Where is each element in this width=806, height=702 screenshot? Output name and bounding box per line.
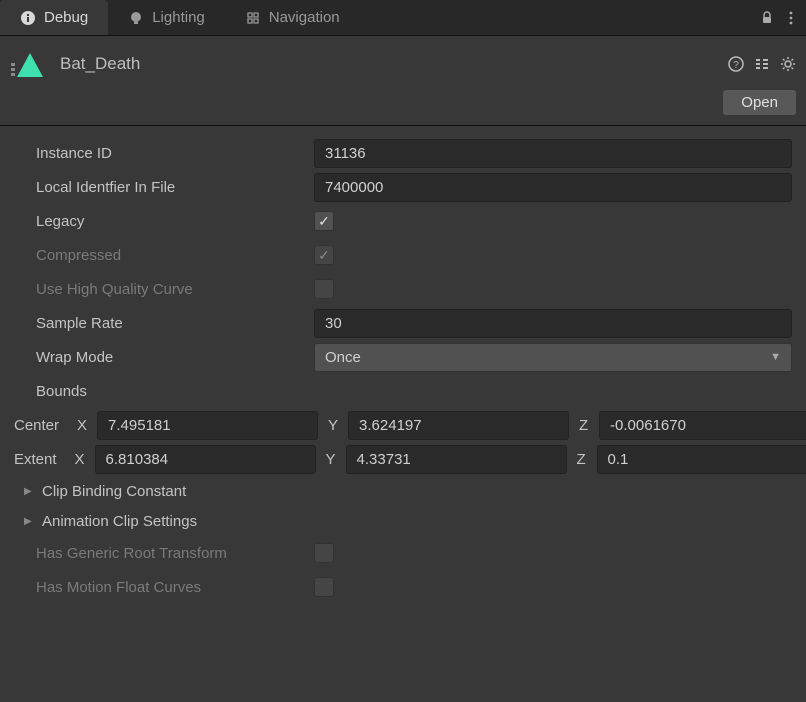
tab-navigation[interactable]: Navigation [225, 0, 360, 35]
local-id-label: Local Identfier In File [14, 179, 314, 196]
tab-navigation-label: Navigation [269, 9, 340, 26]
gear-icon[interactable] [780, 56, 796, 72]
bounds-extent-label: Extent [14, 451, 75, 468]
axis-z-label: Z [579, 417, 593, 434]
wrap-mode-label: Wrap Mode [14, 349, 314, 366]
local-id-input[interactable] [314, 173, 792, 202]
tab-debug[interactable]: Debug [0, 0, 108, 35]
clip-binding-label: Clip Binding Constant [42, 483, 186, 500]
bounds-extent-z[interactable] [597, 445, 806, 474]
tab-lighting-label: Lighting [152, 9, 205, 26]
axis-x-label: X [75, 451, 89, 468]
triangle-right-icon: ▶ [24, 486, 36, 497]
wrap-mode-select[interactable]: Once ▼ [314, 343, 792, 372]
animation-clip-icon [10, 44, 50, 84]
bounds-center-z[interactable] [599, 411, 806, 440]
foldout-anim-settings[interactable]: ▶ Animation Clip Settings [14, 506, 792, 536]
tab-debug-label: Debug [44, 9, 88, 26]
navigation-icon [245, 10, 261, 26]
tab-bar: Debug Lighting Navigation [0, 0, 806, 36]
inspector-body: Instance ID Local Identfier In File Lega… [0, 126, 806, 614]
compressed-label: Compressed [14, 247, 314, 264]
svg-text:?: ? [733, 60, 739, 71]
bounds-extent-x[interactable] [95, 445, 316, 474]
hq-curve-label: Use High Quality Curve [14, 281, 314, 298]
axis-y-label: Y [326, 451, 340, 468]
triangle-right-icon: ▶ [24, 516, 36, 527]
has-motion-float-label: Has Motion Float Curves [14, 579, 314, 596]
asset-name: Bat_Death [60, 54, 140, 74]
axis-x-label: X [77, 417, 91, 434]
anim-settings-label: Animation Clip Settings [42, 513, 197, 530]
wrap-mode-value: Once [325, 349, 361, 366]
chevron-down-icon: ▼ [770, 351, 781, 363]
instance-id-input[interactable] [314, 139, 792, 168]
lightbulb-icon [128, 10, 144, 26]
open-button[interactable]: Open [723, 90, 796, 115]
legacy-label: Legacy [14, 213, 314, 230]
has-generic-root-label: Has Generic Root Transform [14, 545, 314, 562]
bounds-center-y[interactable] [348, 411, 569, 440]
help-icon[interactable]: ? [728, 56, 744, 72]
foldout-clip-binding[interactable]: ▶ Clip Binding Constant [14, 476, 792, 506]
bounds-label: Bounds [14, 383, 314, 400]
hq-curve-checkbox [314, 279, 334, 299]
kebab-menu-icon[interactable] [788, 11, 794, 25]
asset-header: Bat_Death ? [0, 36, 806, 84]
legacy-checkbox[interactable]: ✓ [314, 211, 334, 231]
sample-rate-label: Sample Rate [14, 315, 314, 332]
has-generic-root-checkbox [314, 543, 334, 563]
axis-y-label: Y [328, 417, 342, 434]
has-motion-float-checkbox [314, 577, 334, 597]
lock-icon[interactable] [760, 11, 774, 25]
instance-id-label: Instance ID [14, 145, 314, 162]
bounds-center-label: Center [14, 417, 77, 434]
tab-lighting[interactable]: Lighting [108, 0, 225, 35]
axis-z-label: Z [577, 451, 591, 468]
preset-icon[interactable] [754, 56, 770, 72]
sample-rate-input[interactable] [314, 309, 792, 338]
compressed-checkbox: ✓ [314, 245, 334, 265]
info-icon [20, 10, 36, 26]
bounds-center-x[interactable] [97, 411, 318, 440]
bounds-extent-y[interactable] [346, 445, 567, 474]
